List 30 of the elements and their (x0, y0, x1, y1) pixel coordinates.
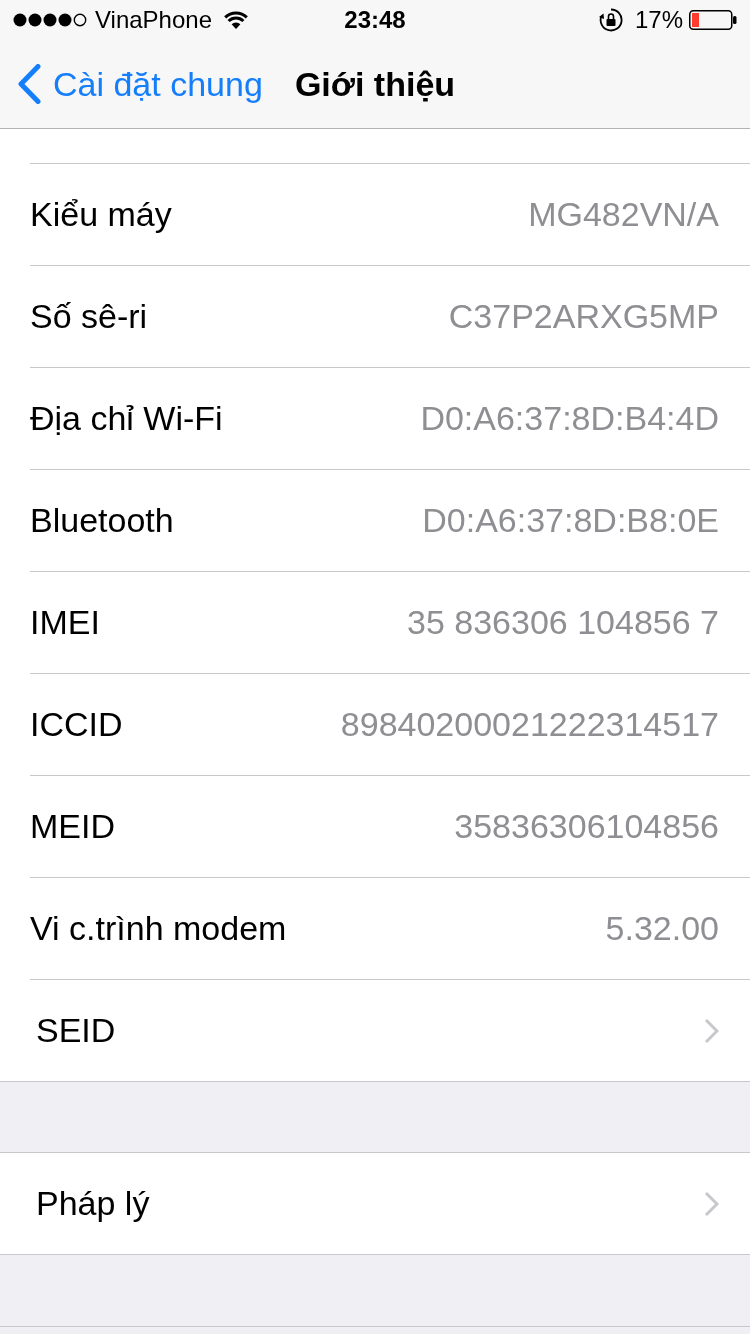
row-label: ICCID (30, 704, 123, 745)
carrier-name: VinaPhone (95, 8, 212, 32)
row-value: 35836306104856 (454, 806, 719, 847)
row-value: D0:A6:37:8D:B4:4D (420, 398, 719, 439)
row-label: Kiểu máy (30, 194, 172, 235)
row-label: MEID (30, 806, 115, 847)
row-label: IMEI (30, 602, 100, 643)
chevron-right-icon (704, 1190, 719, 1217)
wifi-icon (224, 11, 248, 29)
back-button[interactable]: Cài đặt chung (0, 63, 267, 105)
row-value: 89840200021222314517 (340, 704, 719, 745)
row-value: 5.32.00 (605, 908, 719, 949)
row-value: C37P2ARXG5MP (448, 296, 719, 337)
row-label: Số sê-ri (30, 296, 148, 337)
disclosure-row[interactable]: SEID (30, 980, 750, 1081)
row-label: Vi c.trình modem (30, 908, 287, 949)
signal-icon (13, 13, 87, 27)
page-title: Giới thiệu (294, 63, 456, 105)
row-value: D0:A6:37:8D:B8:0E (422, 500, 719, 541)
row-label: Địa chỉ Wi-Fi (30, 398, 223, 439)
battery-percentage: 17% (634, 8, 683, 32)
row-label: Bluetooth (30, 500, 174, 541)
row-value: 35 836306 104856 7 (407, 602, 719, 643)
disclosure-row[interactable]: Pháp lý (30, 1153, 750, 1254)
battery-icon (689, 10, 737, 30)
chevron-left-icon (17, 64, 41, 104)
row-value: MG482VN/A (528, 194, 719, 235)
chevron-right-icon (704, 1017, 719, 1044)
rotation-lock-icon (598, 8, 623, 32)
clock-time: 23:48 (344, 8, 406, 32)
